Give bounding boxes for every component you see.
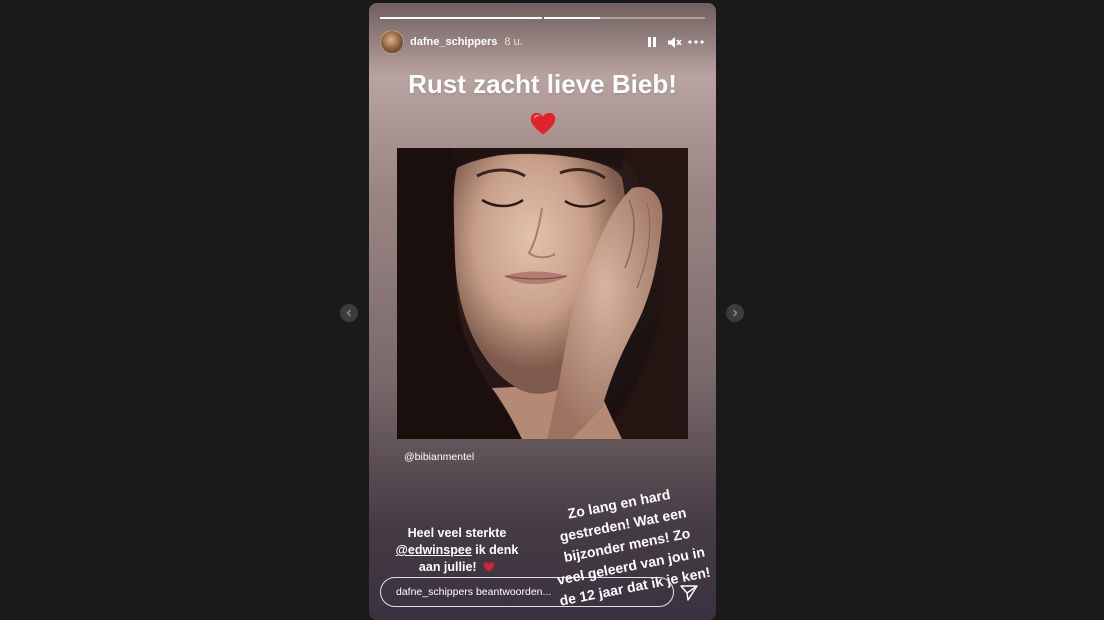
story-viewer: dafne_schippers 8 u. Rust zacht lieve Bi bbox=[369, 3, 716, 620]
story-title: Rust zacht lieve Bieb! bbox=[408, 69, 677, 99]
mute-icon bbox=[667, 36, 682, 48]
heart-icon bbox=[483, 562, 495, 572]
caption-line: @edwinspee ik denk bbox=[377, 542, 537, 559]
progress-segment bbox=[543, 17, 705, 19]
user-tag[interactable]: @edwinspee bbox=[396, 543, 472, 557]
progress-fill bbox=[380, 17, 542, 19]
portrait-image bbox=[397, 148, 688, 439]
caption-text: aan jullie! bbox=[418, 560, 477, 574]
chevron-left-icon bbox=[346, 309, 352, 317]
mention-tag[interactable]: @bibianmentel bbox=[404, 451, 474, 463]
story-header: dafne_schippers 8 u. bbox=[380, 29, 704, 55]
username[interactable]: dafne_schippers bbox=[410, 36, 497, 48]
more-options-button[interactable] bbox=[688, 34, 704, 50]
story-photo bbox=[397, 148, 688, 439]
progress-segment bbox=[380, 17, 542, 19]
next-story-button[interactable] bbox=[726, 304, 744, 322]
chevron-right-icon bbox=[732, 309, 738, 317]
send-icon[interactable] bbox=[679, 583, 699, 603]
reply-input[interactable]: dafne_schippers beantwoorden... bbox=[380, 577, 674, 607]
prev-story-button[interactable] bbox=[340, 304, 358, 322]
pause-button[interactable] bbox=[644, 34, 660, 50]
mute-button[interactable] bbox=[666, 34, 682, 50]
avatar[interactable] bbox=[380, 30, 404, 54]
caption-line: Heel veel sterkte bbox=[407, 526, 507, 540]
story-progress bbox=[380, 17, 705, 19]
heart-icon bbox=[530, 112, 556, 135]
progress-fill bbox=[543, 17, 601, 19]
pause-icon bbox=[648, 37, 656, 47]
more-icon bbox=[688, 40, 704, 44]
caption-text: ik denk bbox=[471, 543, 519, 557]
caption-left: Heel veel sterkte @edwinspee ik denk aan… bbox=[377, 525, 537, 576]
story-controls bbox=[644, 34, 704, 50]
post-time: 8 u. bbox=[504, 36, 523, 48]
caption-line: aan jullie! bbox=[377, 559, 537, 576]
